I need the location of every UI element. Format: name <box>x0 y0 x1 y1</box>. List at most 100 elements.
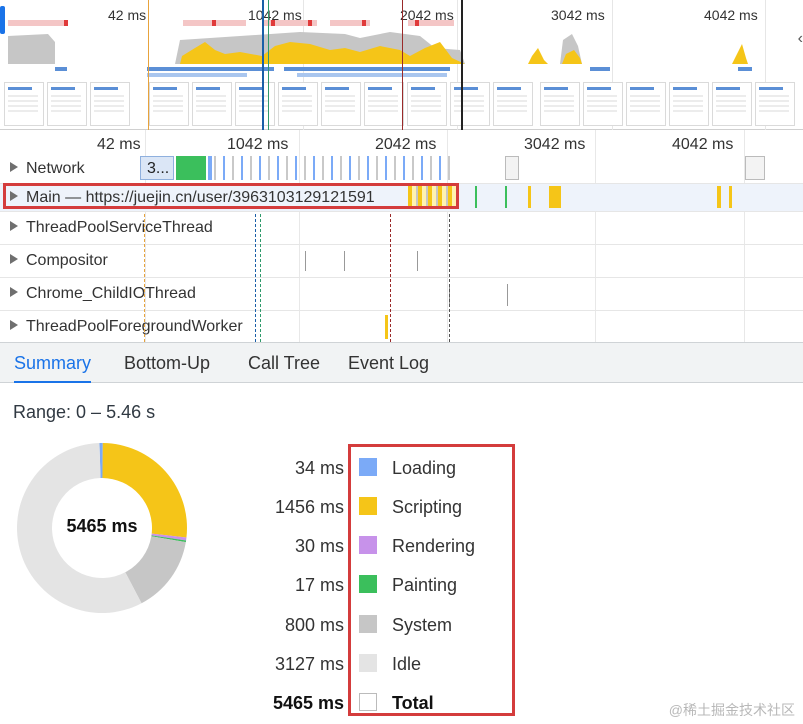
donut-total-label: 5465 ms <box>66 516 138 536</box>
network-lane <box>590 67 610 71</box>
screenshot-thumbnail[interactable] <box>540 82 580 126</box>
legend-value: 5465 ms <box>272 693 344 713</box>
marker-line <box>402 0 403 130</box>
marker-line <box>268 0 269 130</box>
screenshot-thumbnail[interactable] <box>90 82 130 126</box>
track-title[interactable]: Compositor <box>10 252 108 270</box>
network-request[interactable] <box>176 156 206 180</box>
timeline-tick-label: 4042 ms <box>672 136 734 153</box>
timeline-tick-label: 3042 ms <box>524 136 586 153</box>
screenshot-thumbnail[interactable] <box>755 82 795 126</box>
screenshot-thumbnail[interactable] <box>407 82 447 126</box>
track-title[interactable]: Chrome_ChildIOThread <box>10 285 196 303</box>
summary-panel: Range: 0 – 5.46 s 5465 ms 34 ms Loading … <box>0 384 803 724</box>
legend-value: 17 ms <box>294 575 344 595</box>
marker-dashed-line <box>255 214 256 342</box>
compositor-task[interactable] <box>417 251 418 271</box>
screenshot-thumbnail[interactable] <box>47 82 87 126</box>
track-threadpool-foreground[interactable]: ThreadPoolForegroundWorker <box>0 311 803 342</box>
network-lane <box>284 67 450 71</box>
network-request[interactable] <box>745 156 765 180</box>
timeline-tick-label: 42 ms <box>97 136 141 153</box>
long-task-marker <box>415 20 419 26</box>
legend-value: 34 ms <box>294 458 344 478</box>
network-request[interactable] <box>505 156 519 180</box>
track-child-io[interactable]: Chrome_ChildIOThread <box>0 278 803 311</box>
screenshot-thumbnail[interactable] <box>669 82 709 126</box>
screenshot-thumbnail[interactable] <box>450 82 490 126</box>
expand-triangle-icon[interactable] <box>10 221 18 231</box>
track-title[interactable]: ThreadPoolForegroundWorker <box>10 318 243 336</box>
main-task[interactable] <box>505 186 507 208</box>
screenshot-thumbnail[interactable] <box>712 82 752 126</box>
legend-value: 1456 ms <box>274 497 344 517</box>
legend-value: 30 ms <box>294 536 344 556</box>
marker-dashed-line <box>260 214 261 342</box>
timeline-tracks[interactable]: 42 ms 1042 ms 2042 ms 3042 ms 4042 ms 3.… <box>0 130 803 342</box>
screenshot-thumbnail[interactable] <box>493 82 533 126</box>
screenshot-thumbnail[interactable] <box>235 82 275 126</box>
tab-event-log[interactable]: Event Log <box>348 343 429 383</box>
long-task-marker <box>362 20 366 26</box>
main-track-highlight <box>3 183 459 209</box>
screenshot-thumbnail[interactable] <box>364 82 404 126</box>
long-task-marker <box>212 20 216 26</box>
screenshot-thumbnail[interactable] <box>4 82 44 126</box>
main-task[interactable] <box>729 186 732 208</box>
track-compositor[interactable]: Compositor <box>0 245 803 278</box>
network-request-label: 3... <box>147 160 170 177</box>
expand-triangle-icon[interactable] <box>10 287 18 297</box>
overview-tick-label: 3042 ms <box>551 7 605 23</box>
tab-bottom-up[interactable]: Bottom-Up <box>124 343 210 383</box>
tab-summary[interactable]: Summary <box>14 343 92 383</box>
details-tabbar: Summary Bottom-Up Call Tree Event Log <box>0 342 803 383</box>
timeline-tick-label: 2042 ms <box>375 136 437 153</box>
track-threadpool-service[interactable]: ThreadPoolServiceThread <box>0 212 803 245</box>
marker-line <box>262 0 264 130</box>
screenshot-thumbnail[interactable] <box>626 82 666 126</box>
network-lane <box>297 73 447 77</box>
network-lane <box>738 67 752 71</box>
compositor-task[interactable] <box>305 251 306 271</box>
screenshot-thumbnail[interactable] <box>583 82 623 126</box>
track-network[interactable]: 3... Network <box>0 154 803 184</box>
compositor-task[interactable] <box>344 251 345 271</box>
network-lane <box>147 67 274 71</box>
overview-tick-label: 42 ms <box>108 7 147 23</box>
expand-triangle-icon[interactable] <box>10 161 18 172</box>
range-label: Range: 0 – 5.46 s <box>13 402 156 422</box>
tab-call-tree[interactable]: Call Tree <box>248 343 320 383</box>
track-title[interactable]: Network <box>10 160 85 178</box>
marker-dashed-line <box>144 214 145 342</box>
network-request[interactable] <box>208 156 212 180</box>
screenshot-thumbnail[interactable] <box>278 82 318 126</box>
marker-dashed-line <box>390 214 391 342</box>
legend-value: 3127 ms <box>274 654 344 674</box>
overview-tick-label: 4042 ms <box>704 7 758 23</box>
network-lane <box>55 67 67 71</box>
network-lane <box>147 73 247 77</box>
long-task-marker <box>308 20 312 26</box>
main-task[interactable] <box>475 186 477 208</box>
worker-task[interactable] <box>385 315 388 339</box>
legend-highlight <box>348 444 515 716</box>
main-task[interactable] <box>717 186 721 208</box>
expand-triangle-icon[interactable] <box>10 319 18 330</box>
long-task-bar <box>8 20 68 26</box>
io-task[interactable] <box>507 284 508 306</box>
main-task[interactable] <box>528 186 531 208</box>
timeline-tick-label: 1042 ms <box>227 136 289 153</box>
long-task-marker <box>271 20 275 26</box>
watermark: @稀土掘金技术社区 <box>668 702 795 718</box>
marker-line <box>461 0 463 130</box>
main-task[interactable] <box>549 186 561 208</box>
screenshot-thumbnail[interactable] <box>192 82 232 126</box>
track-title[interactable]: ThreadPoolServiceThread <box>10 219 213 237</box>
marker-dashed-line <box>449 214 450 342</box>
expand-triangle-icon[interactable] <box>10 254 18 264</box>
timeline-overview[interactable]: 42 ms 1042 ms 2042 ms 3042 ms 4042 ms ‹ <box>0 0 803 130</box>
long-task-marker <box>64 20 68 26</box>
screenshot-thumbnail[interactable] <box>149 82 189 126</box>
screenshot-thumbnail[interactable] <box>321 82 361 126</box>
network-requests-cluster[interactable] <box>214 156 450 180</box>
